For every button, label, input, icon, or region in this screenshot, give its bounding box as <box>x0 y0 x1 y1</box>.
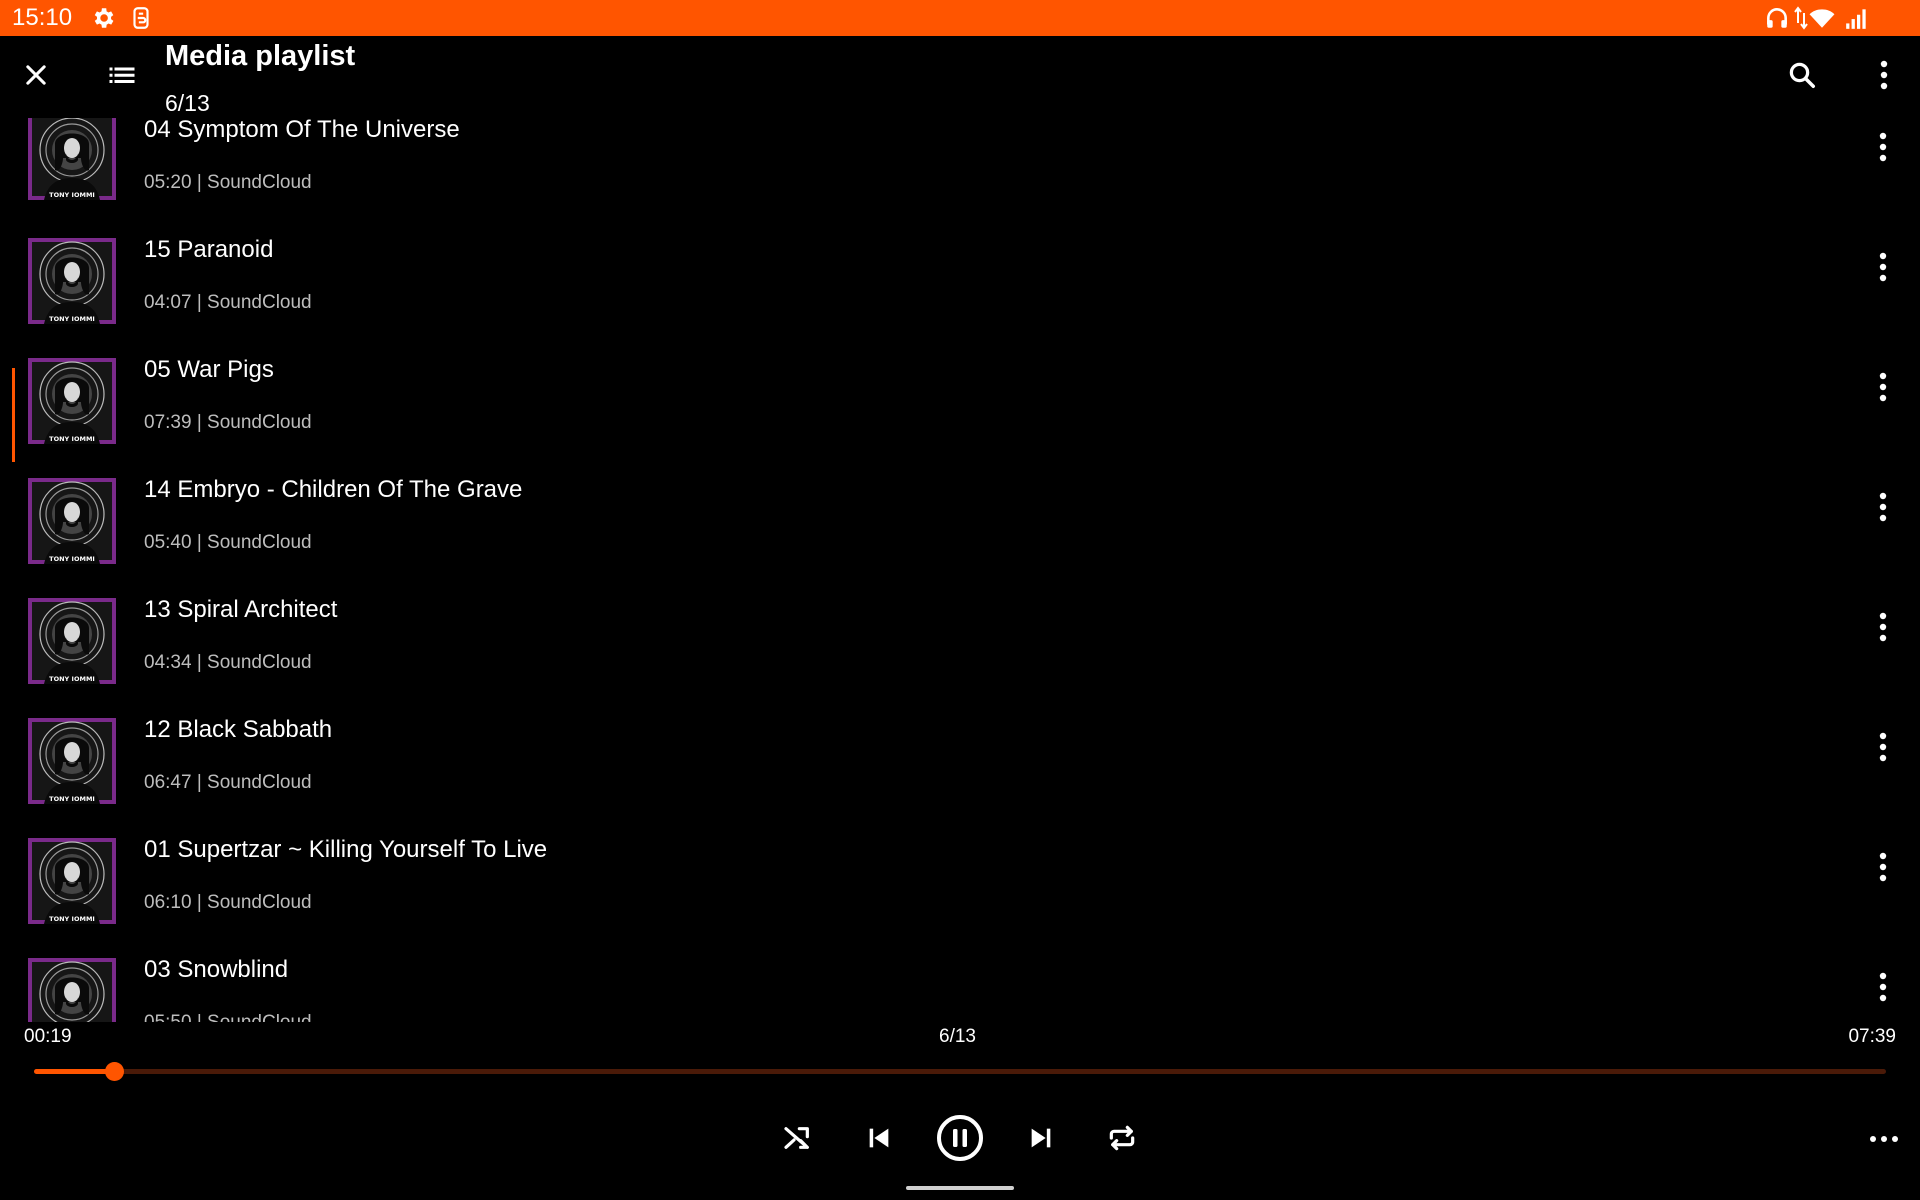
total-time: 07:39 <box>1848 1026 1896 1047</box>
track-more-button[interactable] <box>1858 484 1908 534</box>
track-more-button[interactable] <box>1858 604 1908 654</box>
svg-text:TONY IOMMI: TONY IOMMI <box>49 915 95 923</box>
track-meta: 04:07 | SoundCloud <box>144 292 312 313</box>
track-meta: 04:34 | SoundCloud <box>144 652 312 673</box>
close-icon <box>22 61 50 94</box>
track-title: 14 Embryo - Children Of The Grave <box>144 476 523 503</box>
previous-button[interactable] <box>851 1112 907 1168</box>
previous-icon <box>865 1124 893 1157</box>
search-button[interactable] <box>1774 49 1830 105</box>
track-more-button[interactable] <box>1858 124 1908 174</box>
search-icon <box>1787 60 1817 95</box>
track-more-button[interactable] <box>1858 364 1908 414</box>
svg-text:TONY IOMMI: TONY IOMMI <box>49 795 95 803</box>
more-options-button[interactable] <box>1856 1112 1912 1168</box>
shuffle-icon <box>782 1122 814 1159</box>
track-title: 12 Black Sabbath <box>144 716 333 743</box>
track-more-button[interactable] <box>1858 724 1908 774</box>
pause-icon <box>936 1114 984 1167</box>
next-button[interactable] <box>1013 1112 1069 1168</box>
wifi-icon <box>1808 5 1835 31</box>
track-title: 03 Snowblind <box>144 956 289 983</box>
playlist-item[interactable]: TONY IOMMI 03 Snowblind 05:50 | SoundCloud <box>0 956 1920 1022</box>
album-art: TONY IOMMI <box>28 598 116 684</box>
track-more-button[interactable] <box>1858 244 1908 294</box>
album-art: TONY IOMMI <box>28 478 116 564</box>
app-notification-icon <box>128 5 154 31</box>
current-track-indicator <box>12 368 15 462</box>
seek-progress <box>34 1069 114 1074</box>
playlist-item[interactable]: TONY IOMMI 01 Supertzar ~ Killing Yoursel… <box>0 836 1920 956</box>
repeat-button[interactable] <box>1094 1112 1150 1168</box>
more-horizontal-icon <box>1869 1131 1899 1149</box>
track-title: 05 War Pigs <box>144 356 274 383</box>
playlist-item[interactable]: TONY IOMMI 05 War Pigs 07:39 | SoundCloud <box>0 356 1920 476</box>
playlist-position: 6/13 <box>165 90 210 116</box>
overflow-menu-icon <box>1879 252 1887 287</box>
track-meta: 05:50 | SoundCloud <box>144 1012 312 1022</box>
track-meta: 06:47 | SoundCloud <box>144 772 312 793</box>
track-more-button[interactable] <box>1858 964 1908 1014</box>
track-meta: 05:40 | SoundCloud <box>144 532 312 553</box>
overflow-menu-icon <box>1879 132 1887 167</box>
track-meta: 05:20 | SoundCloud <box>144 172 312 193</box>
svg-text:TONY IOMMI: TONY IOMMI <box>49 191 95 199</box>
overflow-menu-icon <box>1880 60 1888 95</box>
repeat-icon <box>1106 1122 1138 1159</box>
playlist-item[interactable]: TONY IOMMI 13 Spiral Architect 04:34 | Sou… <box>0 596 1920 716</box>
album-art: TONY IOMMI <box>28 118 116 200</box>
seek-handle[interactable] <box>104 1062 124 1081</box>
overflow-menu-icon <box>1879 612 1887 647</box>
album-art: TONY IOMMI <box>28 238 116 324</box>
data-arrows-icon <box>1794 5 1808 31</box>
playlist[interactable]: TONY IOMMI 04 Symptom Of The Universe 05:2… <box>0 118 1920 1022</box>
elapsed-time: 00:19 <box>24 1026 72 1047</box>
page-title: Media playlist <box>165 40 356 72</box>
navigation-handle[interactable] <box>906 1186 1014 1190</box>
svg-text:TONY IOMMI: TONY IOMMI <box>49 675 95 683</box>
playlist-item[interactable]: TONY IOMMI 14 Embryo - Children Of The Gr… <box>0 476 1920 596</box>
overflow-menu-icon <box>1879 852 1887 887</box>
album-art: TONY IOMMI <box>28 958 116 1022</box>
track-more-button[interactable] <box>1858 844 1908 894</box>
track-title: 01 Supertzar ~ Killing Yourself To Live <box>144 836 548 863</box>
next-icon <box>1027 1124 1055 1157</box>
album-art: TONY IOMMI <box>28 838 116 924</box>
overflow-menu-icon <box>1879 372 1887 407</box>
shuffle-button[interactable] <box>770 1112 826 1168</box>
track-meta: 07:39 | SoundCloud <box>144 412 312 433</box>
status-bar: 15:10 <box>0 0 1920 36</box>
status-time: 15:10 <box>12 4 73 31</box>
overflow-menu-icon <box>1879 732 1887 767</box>
overflow-menu-icon <box>1879 972 1887 1007</box>
playlist-item[interactable]: TONY IOMMI 15 Paranoid 04:07 | SoundCloud <box>0 236 1920 356</box>
list-icon <box>107 60 137 95</box>
settings-icon <box>90 5 116 31</box>
playlist-item[interactable]: TONY IOMMI 04 Symptom Of The Universe 05:2… <box>0 118 1920 236</box>
track-meta: 06:10 | SoundCloud <box>144 892 312 913</box>
playlist-item[interactable]: TONY IOMMI 12 Black Sabbath 06:47 | SoundC… <box>0 716 1920 836</box>
pause-button[interactable] <box>932 1112 988 1168</box>
svg-text:TONY IOMMI: TONY IOMMI <box>49 315 95 323</box>
track-title: 04 Symptom Of The Universe <box>144 118 460 143</box>
album-art: TONY IOMMI <box>28 718 116 804</box>
svg-text:TONY IOMMI: TONY IOMMI <box>49 435 95 443</box>
overflow-menu-icon <box>1879 492 1887 527</box>
close-button[interactable] <box>8 49 64 105</box>
seek-bar[interactable] <box>34 1062 1886 1081</box>
headphones-icon <box>1764 5 1790 31</box>
overflow-menu-button[interactable] <box>1856 49 1912 105</box>
track-index: 6/13 <box>939 1026 976 1047</box>
album-art: TONY IOMMI <box>28 358 116 444</box>
track-title: 13 Spiral Architect <box>144 596 338 623</box>
track-title: 15 Paranoid <box>144 236 274 263</box>
playlist-view-button[interactable] <box>94 49 150 105</box>
svg-text:TONY IOMMI: TONY IOMMI <box>49 555 95 563</box>
signal-icon <box>1844 5 1870 31</box>
